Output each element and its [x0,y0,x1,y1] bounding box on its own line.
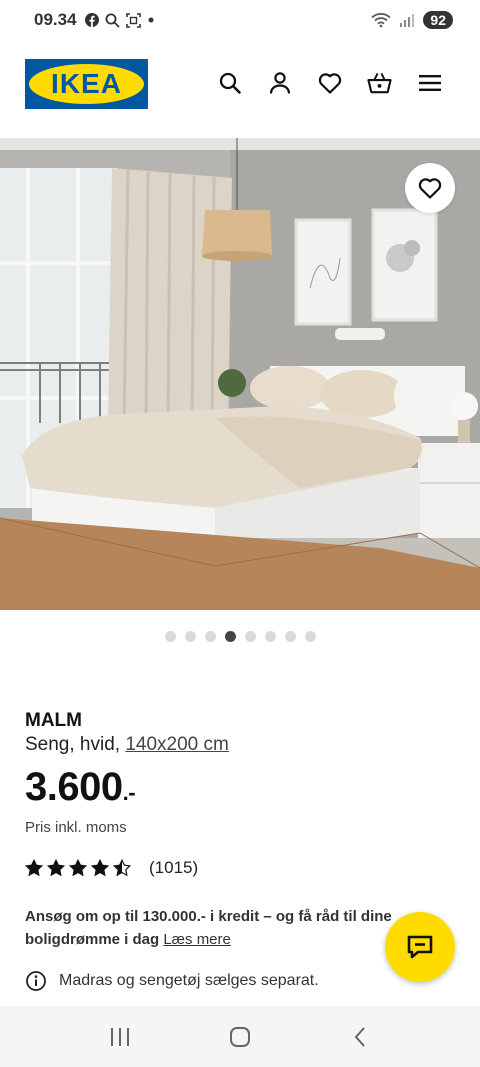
header-actions [217,70,442,95]
favourite-toggle-button[interactable] [405,163,455,213]
star-full-icon [47,859,65,877]
chat-icon [407,935,433,959]
carousel-dot[interactable] [264,631,276,642]
product-price: 3.600.- [25,765,136,810]
sold-separately-notice: Madras og sengetøj sælges separat. [25,970,319,992]
dot-icon [148,17,154,23]
wifi-icon [371,13,392,28]
carousel-dot[interactable] [244,631,256,642]
home-button[interactable] [220,1017,260,1057]
carousel-dot[interactable] [304,631,316,642]
search-icon [219,72,241,94]
menu-button[interactable] [417,70,442,95]
rating-stars [25,859,131,877]
account-icon [269,71,290,94]
logo-oval: IKEA [29,64,144,104]
logo-text: IKEA [51,68,122,99]
heart-icon [318,72,341,94]
site-header: IKEA [0,40,480,138]
product-description: Seng, hvid, 140x200 cm [25,734,229,756]
price-value: 3.600 [25,765,123,809]
info-icon [26,971,46,991]
star-full-icon [91,859,109,877]
product-type: Seng, hvid, [25,734,126,755]
basket-icon [367,72,392,93]
star-half-icon [113,859,131,877]
credit-offer: Ansøg om op til 130.000.- i kredit – og … [25,905,410,951]
battery-indicator: 92 [423,11,453,29]
facebook-icon [84,13,99,27]
vat-note: Pris inkl. moms [25,819,127,836]
chat-button[interactable] [385,912,455,982]
back-button[interactable] [340,1017,380,1057]
product-image[interactable] [0,138,480,610]
carousel-dot[interactable] [284,631,296,642]
recent-apps-button[interactable] [100,1017,140,1057]
home-icon [230,1026,250,1047]
status-bar: 09.34 92 [0,0,480,40]
bedroom-photo [0,138,480,610]
notification-icons [84,12,155,28]
search-icon [105,13,120,28]
carousel-indicator [0,631,480,642]
star-full-icon [25,859,43,877]
recent-apps-icon [111,1027,129,1046]
product-rating[interactable]: (1015) [25,858,198,878]
size-link[interactable]: 140x200 cm [125,734,229,755]
heart-icon [418,178,442,199]
carousel-dot[interactable] [164,631,176,642]
star-full-icon [69,859,87,877]
system-nav-bar [0,1006,480,1067]
carousel-dot[interactable] [184,631,196,642]
carousel-dot-active[interactable] [224,631,236,642]
carousel-dot[interactable] [204,631,216,642]
ikea-logo[interactable]: IKEA [25,59,148,109]
screenshot-icon [125,12,141,28]
menu-icon [418,74,441,91]
review-count: (1015) [149,858,199,877]
back-icon [354,1026,365,1047]
account-button[interactable] [267,70,292,95]
search-button[interactable] [217,70,242,95]
notice-text: Madras og sengetøj sælges separat. [59,972,319,989]
status-left: 09.34 [34,10,155,30]
status-right: 92 [371,11,453,29]
basket-button[interactable] [367,70,392,95]
signal-icon [400,14,415,27]
product-name: MALM [25,710,82,731]
read-more-link[interactable]: Læs mere [163,931,231,948]
status-time: 09.34 [34,10,77,29]
favourites-button[interactable] [317,70,342,95]
price-suffix: .- [122,780,136,805]
